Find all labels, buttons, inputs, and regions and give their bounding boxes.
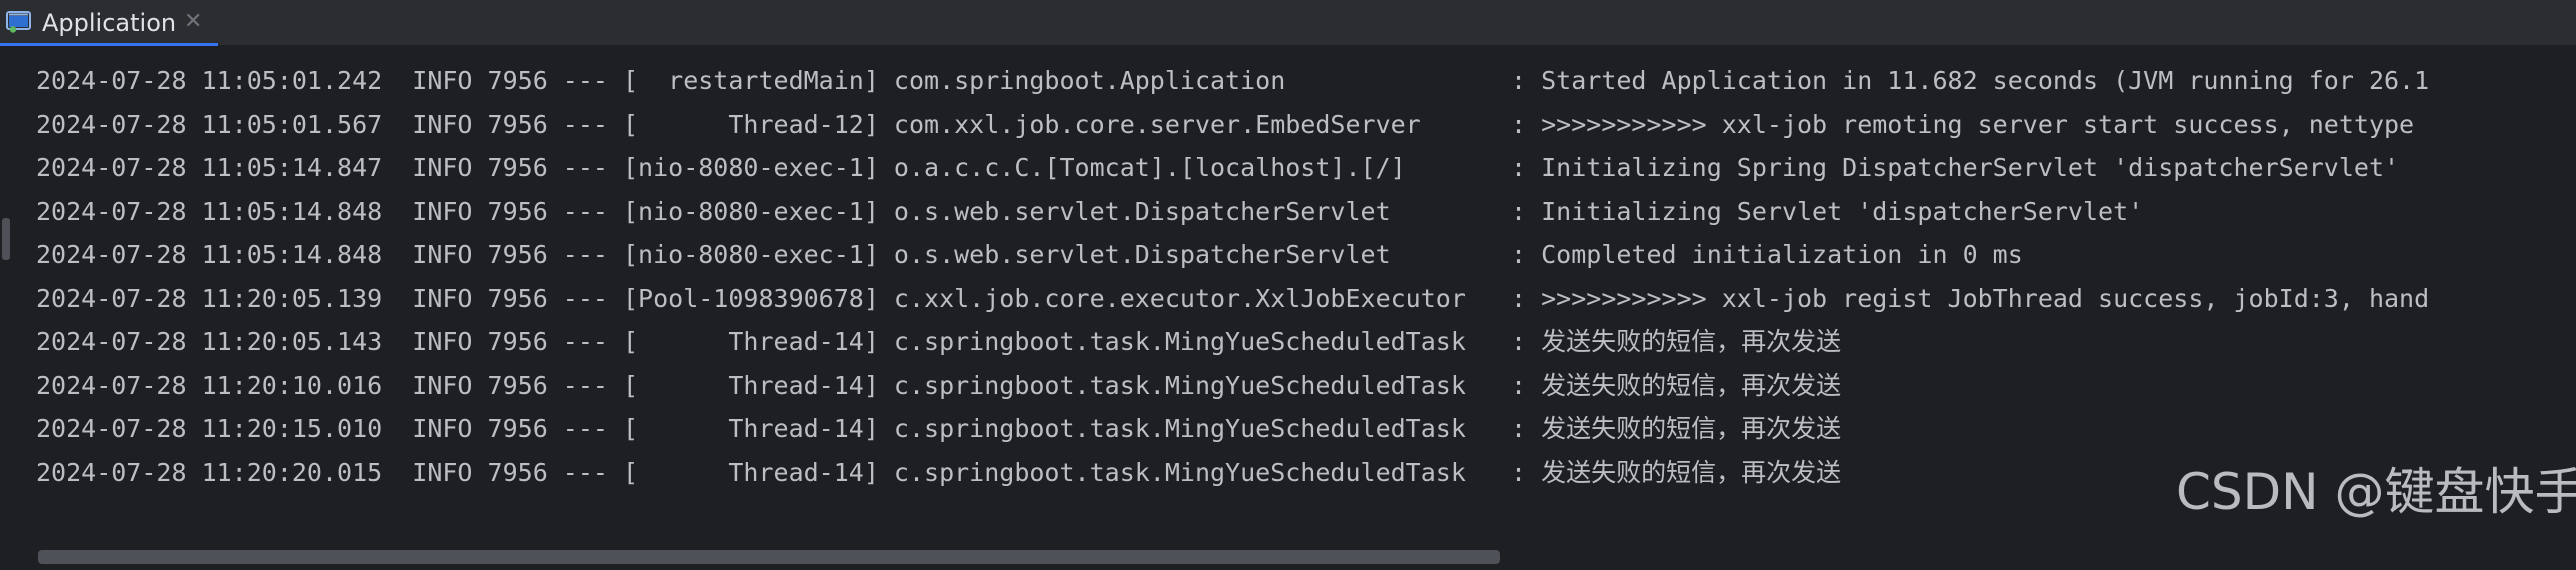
log-line: 2024-07-28 11:20:20.015 INFO 7956 --- [ …	[36, 457, 1842, 487]
tab-application[interactable]: Application ✕	[0, 0, 218, 46]
close-icon[interactable]: ✕	[184, 9, 202, 34]
log-line: 2024-07-28 11:20:05.139 INFO 7956 --- [P…	[36, 283, 2430, 313]
log-lines: 2024-07-28 11:05:01.242 INFO 7956 --- [ …	[36, 59, 2429, 494]
log-line: 2024-07-28 11:05:14.848 INFO 7956 --- [n…	[36, 240, 2023, 269]
log-line: 2024-07-28 11:05:01.242 INFO 7956 --- [ …	[36, 66, 2430, 95]
log-line: 2024-07-28 11:05:14.848 INFO 7956 --- [n…	[36, 196, 2144, 226]
vertical-scrollbar[interactable]	[0, 46, 14, 570]
tool-window-tabbar: Application ✕	[0, 0, 2576, 46]
log-line: 2024-07-28 11:05:14.847 INFO 7956 --- [n…	[36, 153, 2400, 182]
log-line: 2024-07-28 11:05:01.567 INFO 7956 --- [ …	[36, 109, 2415, 139]
run-console-icon	[6, 11, 31, 33]
tab-label: Application	[42, 9, 177, 37]
watermark: CSDN @键盘快手	[2176, 463, 2576, 521]
log-line: 2024-07-28 11:20:15.010 INFO 7956 --- [ …	[36, 414, 1842, 443]
log-line: 2024-07-28 11:20:10.016 INFO 7956 --- [ …	[36, 370, 1842, 400]
log-line: 2024-07-28 11:20:05.143 INFO 7956 --- [ …	[36, 327, 1842, 356]
vertical-scroll-thumb[interactable]	[2, 218, 10, 260]
horizontal-scroll-thumb[interactable]	[38, 550, 1500, 564]
